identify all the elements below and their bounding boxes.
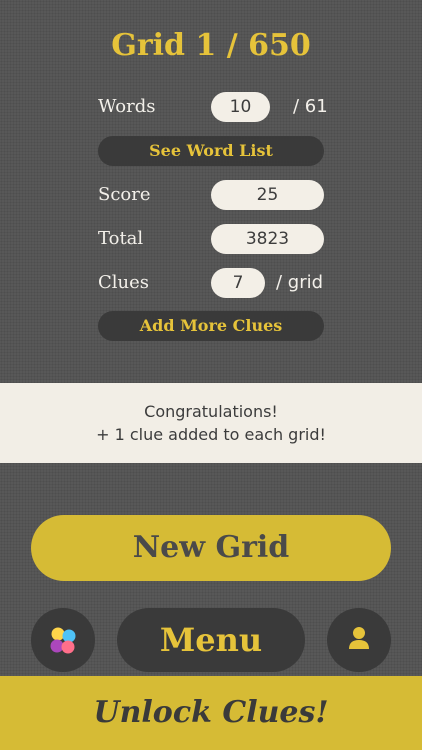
banner-line-1: Congratulations! bbox=[144, 402, 278, 421]
total-value: 3823 bbox=[211, 224, 324, 254]
total-label: Total bbox=[98, 228, 144, 249]
congratulations-banner: Congratulations! + 1 clue added to each … bbox=[0, 383, 422, 463]
clues-suffix: / grid bbox=[276, 272, 324, 293]
game-center-icon bbox=[50, 627, 76, 654]
clues-value: 7 bbox=[211, 268, 265, 298]
profile-button[interactable] bbox=[327, 608, 391, 672]
game-center-button[interactable] bbox=[31, 608, 95, 672]
banner-line-2: + 1 clue added to each grid! bbox=[96, 425, 326, 444]
grid-title: Grid 1 / 650 bbox=[111, 28, 311, 63]
profile-icon bbox=[349, 627, 369, 649]
see-word-list-button[interactable]: See Word List bbox=[98, 136, 324, 166]
new-grid-button[interactable]: New Grid bbox=[31, 515, 391, 581]
add-more-clues-button[interactable]: Add More Clues bbox=[98, 311, 324, 341]
unlock-clues-button[interactable]: Unlock Clues! bbox=[0, 676, 422, 750]
words-value: 10 bbox=[211, 92, 270, 122]
score-value: 25 bbox=[211, 180, 324, 210]
clues-label: Clues bbox=[98, 272, 150, 293]
menu-button[interactable]: Menu bbox=[117, 608, 305, 672]
score-label: Score bbox=[98, 184, 151, 205]
words-label: Words bbox=[98, 96, 156, 117]
words-total: / 61 bbox=[293, 96, 328, 117]
